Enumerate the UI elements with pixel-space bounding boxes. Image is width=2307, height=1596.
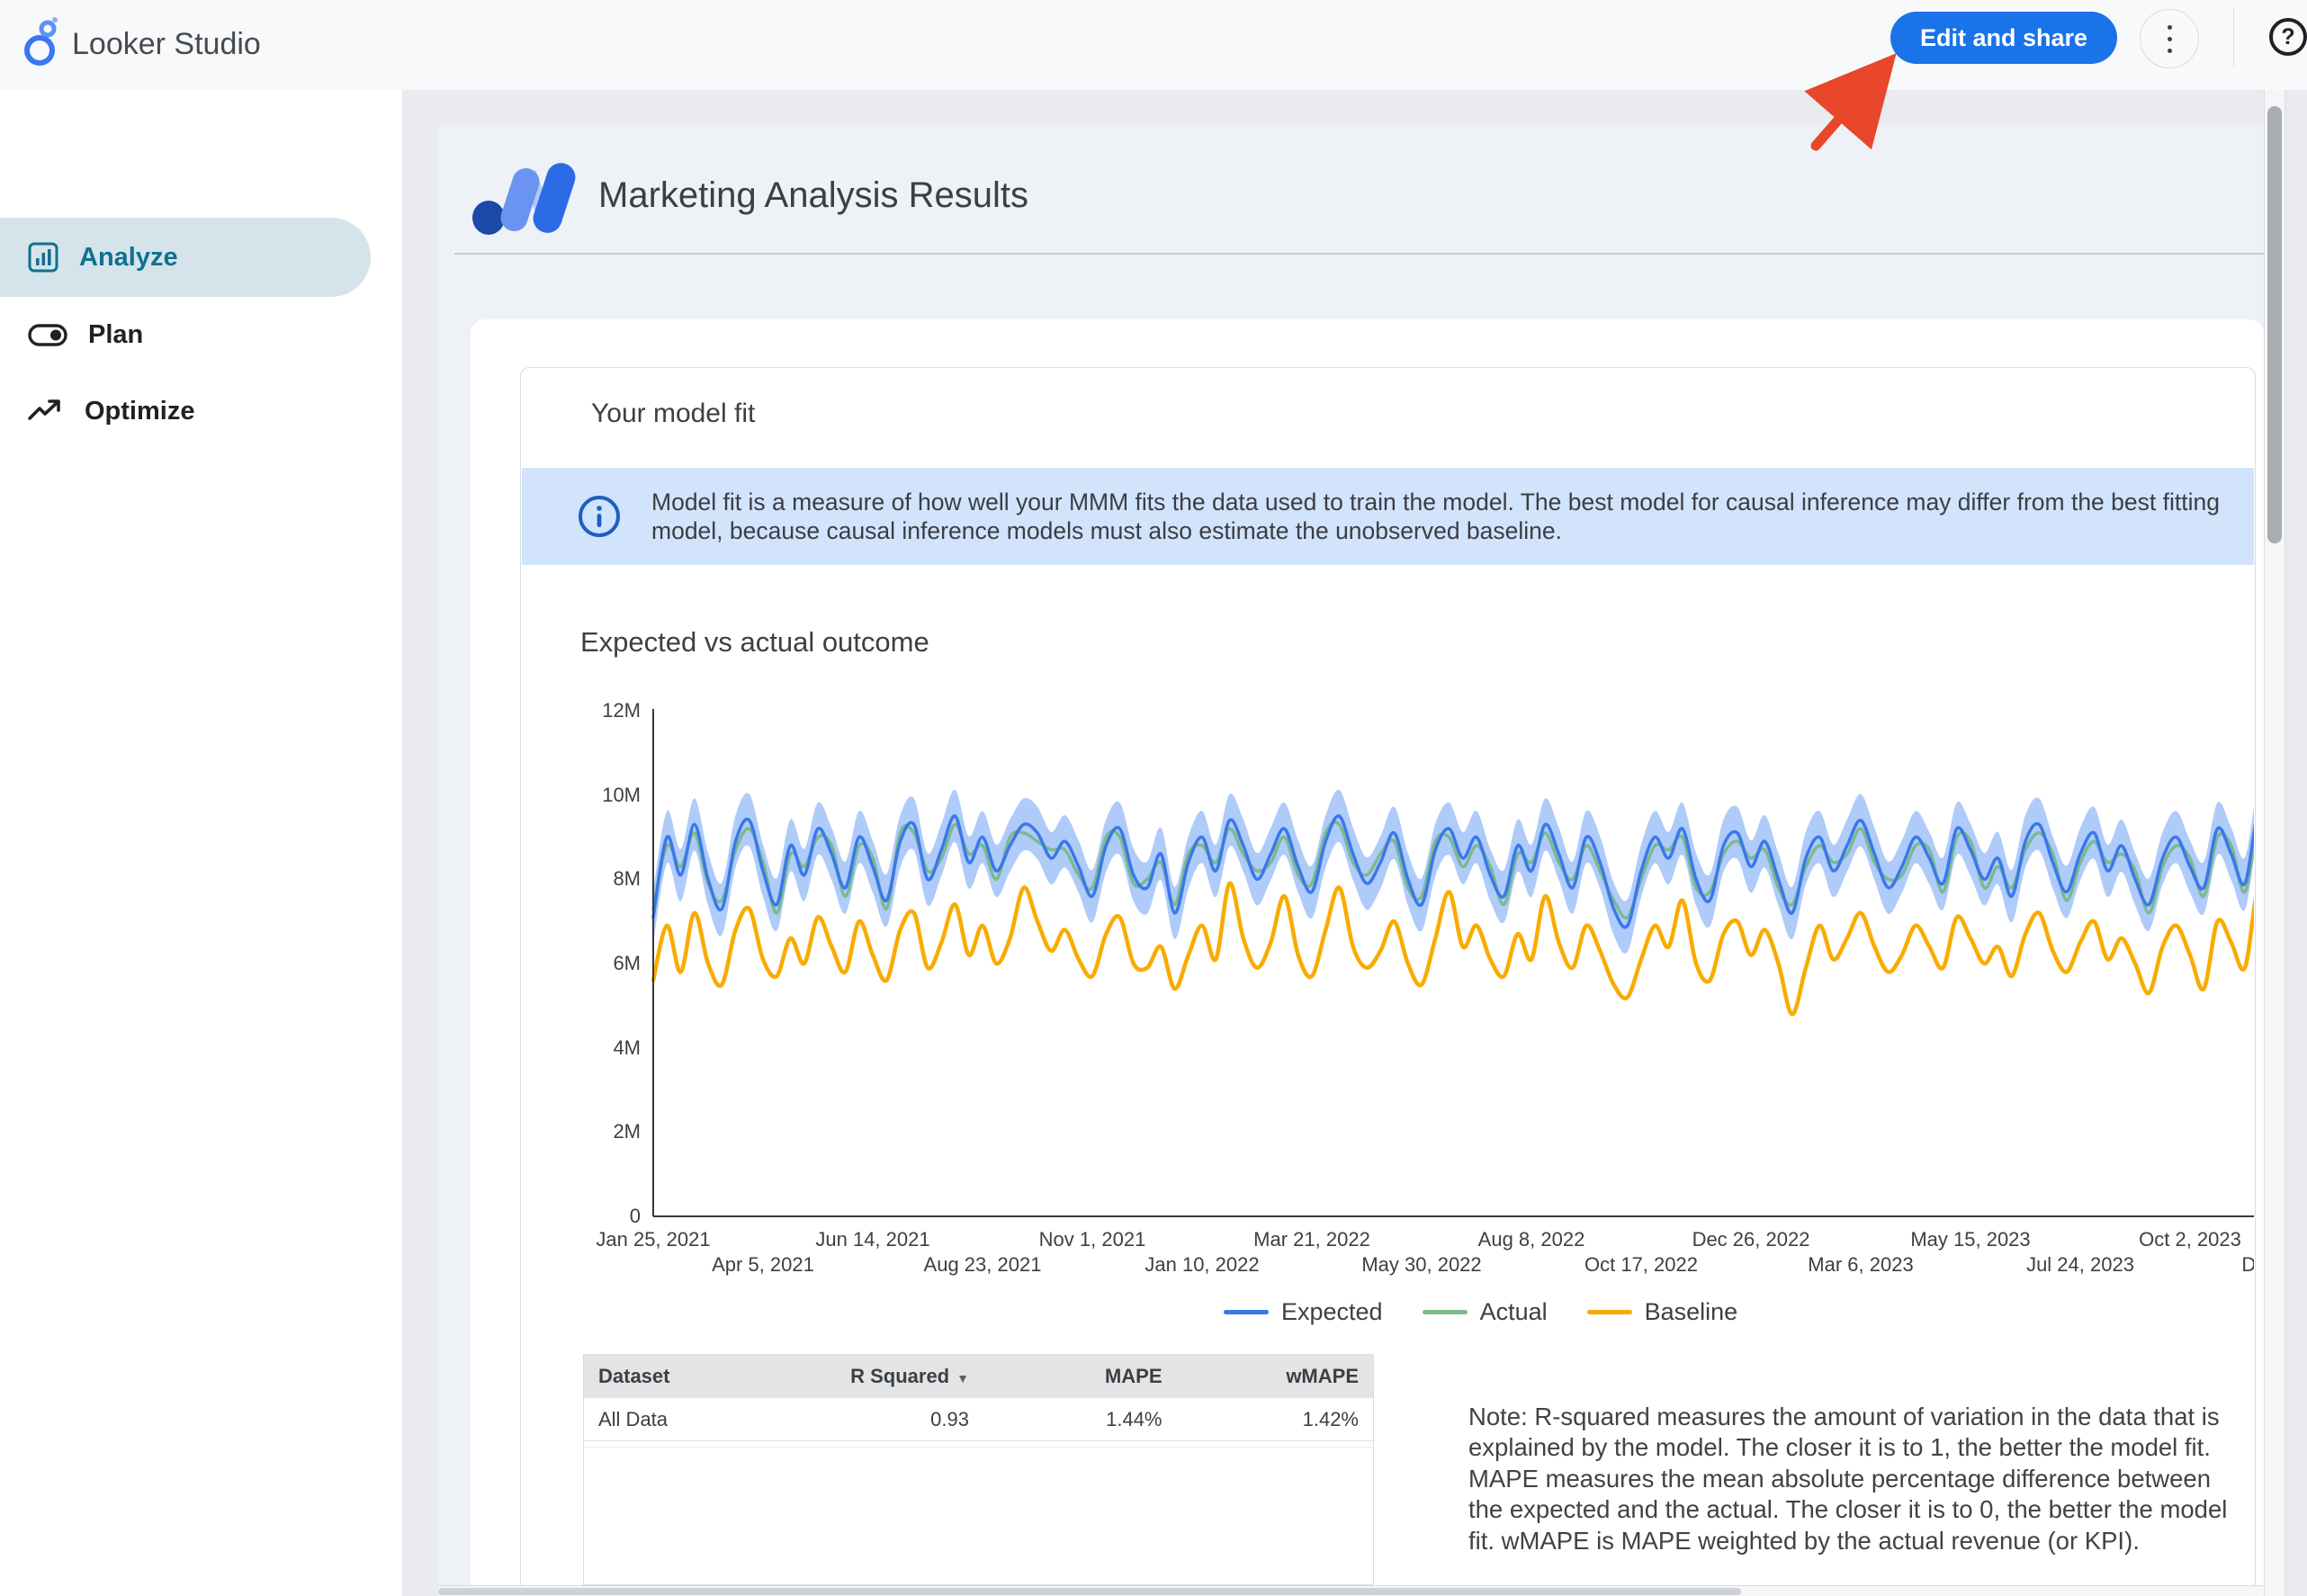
x-tick-label: Dec 26, 2022 (1661, 1228, 1841, 1251)
x-tick-label: Jan 10, 2022 (1112, 1253, 1292, 1277)
sidebar-item-plan[interactable]: Plan (27, 308, 342, 362)
info-banner: Model fit is a measure of how well your … (522, 468, 2254, 565)
legend-label: Actual (1480, 1298, 1548, 1326)
y-tick-label: 6M (540, 952, 641, 975)
legend-swatch (1587, 1310, 1632, 1314)
metrics-note: Note: R-squared measures the amount of v… (1468, 1402, 2248, 1557)
column-header-mape[interactable]: MAPE (983, 1365, 1177, 1388)
table-header-row: DatasetR Squared▼MAPEwMAPE (584, 1355, 1373, 1398)
header-divider (2233, 9, 2234, 67)
y-tick-label: 10M (540, 784, 641, 807)
app-title: Looker Studio (72, 27, 261, 62)
x-tick-label: Apr 5, 2021 (673, 1253, 853, 1277)
looker-logo-icon (18, 16, 65, 70)
model-fit-chart (591, 693, 2254, 1233)
model-fit-table: DatasetR Squared▼MAPEwMAPE All Data0.931… (583, 1354, 1374, 1585)
vertical-scrollbar-thumb[interactable] (2267, 106, 2282, 543)
vertical-ellipsis-icon (2168, 25, 2172, 30)
table-cell: 1.42% (1177, 1408, 1374, 1431)
x-tick-label: Jul 24, 2023 (1990, 1253, 2170, 1277)
more-options-button[interactable] (2140, 9, 2199, 68)
model-fit-card-title: Your model fit (591, 399, 755, 429)
red-arrow-annotation (1764, 36, 1952, 171)
time-series-plot (591, 693, 2254, 1233)
looker-studio-window: Looker Studio Edit and share ? Analyze (0, 0, 2307, 1596)
x-tick-label: Jun 14, 2021 (783, 1228, 963, 1251)
x-axis-labels: Jan 25, 2021Apr 5, 2021Jun 14, 2021Aug 2… (591, 1224, 2254, 1300)
y-tick-label: 12M (540, 699, 641, 722)
meridian-logo (471, 162, 592, 243)
horizontal-scrollbar-thumb[interactable] (438, 1588, 1741, 1595)
sidebar-item-analyze[interactable]: Analyze (27, 230, 342, 284)
sidebar-item-label: Plan (88, 320, 143, 350)
top-app-bar: Looker Studio Edit and share ? (0, 0, 2307, 90)
y-tick-label: 2M (540, 1120, 641, 1143)
trending-up-icon (27, 395, 65, 427)
chart-legend: Expected Actual Baseline (1224, 1296, 1925, 1328)
column-header-wmape[interactable]: wMAPE (1177, 1365, 1374, 1388)
x-tick-label: Aug 8, 2022 (1441, 1228, 1621, 1251)
sidebar-item-label: Analyze (79, 243, 178, 273)
legend-swatch (1224, 1310, 1269, 1314)
x-tick-label: May 15, 2023 (1881, 1228, 2060, 1251)
question-mark-icon: ? (2267, 16, 2307, 58)
svg-text:?: ? (2281, 24, 2294, 49)
info-icon (576, 493, 623, 540)
table-cell: 1.44% (983, 1408, 1177, 1431)
x-tick-label: Oct 2, 2023 (2100, 1228, 2254, 1251)
y-tick-label: 8M (540, 867, 641, 891)
column-header-dataset[interactable]: Dataset (584, 1365, 790, 1388)
bar-chart-icon (27, 241, 59, 273)
x-tick-label: Jan 25, 2021 (591, 1228, 743, 1251)
legend-item-baseline[interactable]: Baseline (1587, 1298, 1738, 1326)
legend-swatch (1423, 1310, 1468, 1314)
x-tick-label: Mar 21, 2022 (1222, 1228, 1402, 1251)
title-divider (454, 253, 2264, 255)
x-tick-label: Nov 1, 2021 (1002, 1228, 1182, 1251)
x-tick-label: May 30, 2022 (1332, 1253, 1512, 1277)
x-tick-label: Dec 11, 2023 (2210, 1253, 2254, 1277)
help-button[interactable]: ? (2264, 13, 2307, 61)
table-body: All Data0.931.44%1.42% (584, 1398, 1373, 1441)
legend-label: Baseline (1645, 1298, 1738, 1326)
legend-item-actual[interactable]: Actual (1423, 1298, 1548, 1326)
table-row: All Data0.931.44%1.42% (584, 1398, 1373, 1441)
legend-item-expected[interactable]: Expected (1224, 1298, 1383, 1326)
sidebar-item-label: Optimize (85, 397, 194, 426)
legend-label: Expected (1281, 1298, 1383, 1326)
x-tick-label: Mar 6, 2023 (1771, 1253, 1951, 1277)
table-cell: All Data (584, 1408, 790, 1431)
info-banner-text: Model fit is a measure of how well your … (651, 488, 2232, 545)
sidebar-item-optimize[interactable]: Optimize (27, 384, 342, 438)
table-cell: 0.93 (790, 1408, 983, 1431)
chart-title: Expected vs actual outcome (580, 626, 929, 659)
report-title: Marketing Analysis Results (598, 175, 1028, 216)
column-header-r-squared[interactable]: R Squared▼ (790, 1365, 983, 1388)
table-row-divider (584, 1441, 1373, 1448)
y-tick-label: 4M (540, 1036, 641, 1060)
sort-descending-icon: ▼ (956, 1371, 969, 1385)
x-tick-label: Oct 17, 2022 (1551, 1253, 1731, 1277)
left-navigation: Analyze Plan Optimize ‹ (0, 90, 403, 1596)
x-tick-label: Aug 23, 2021 (893, 1253, 1073, 1277)
toggle-icon (27, 318, 68, 351)
